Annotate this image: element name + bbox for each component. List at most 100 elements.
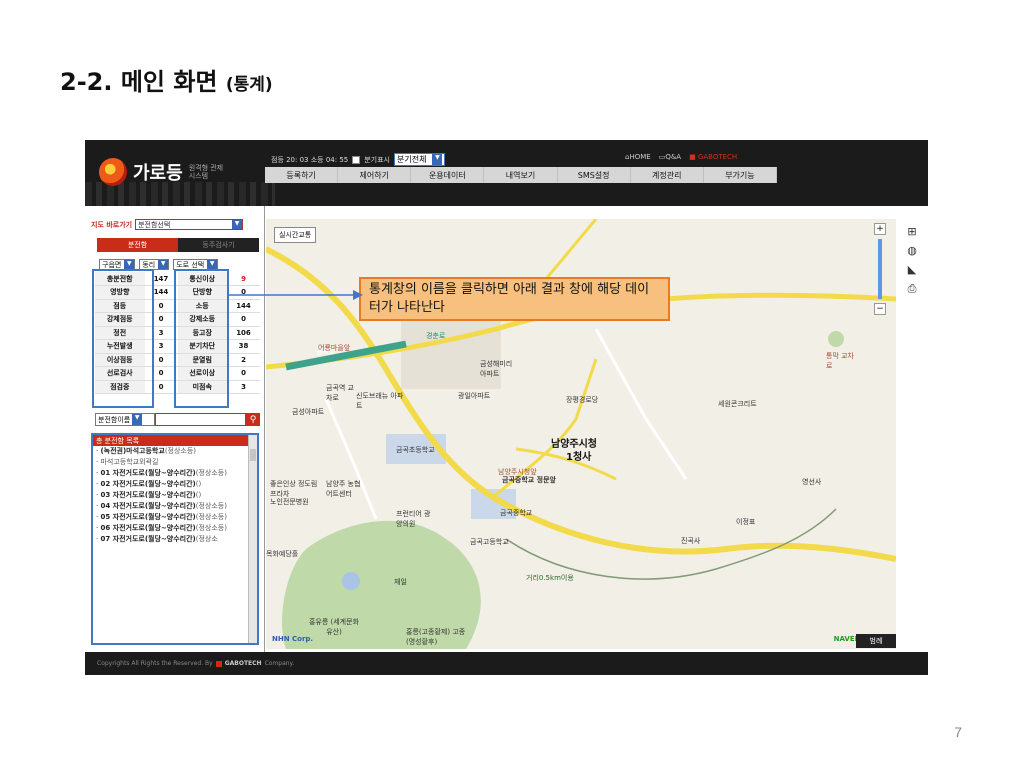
- list-item[interactable]: · 03 자전거도로(월당~양수리간)(): [93, 490, 257, 501]
- trail: [505, 508, 837, 580]
- stat-value: 0: [227, 366, 260, 381]
- logo-text: 가로등: [133, 163, 183, 184]
- map-label-station: 금곡역 교차로: [326, 384, 354, 402]
- gabotech-link[interactable]: ■ GABOTECH: [689, 153, 737, 161]
- list-item[interactable]: · 마석고등학교외곽길: [93, 457, 257, 468]
- status-bar: 점등 20: 03 소등 04: 55 분기표시 분기전체 ▼: [271, 153, 446, 166]
- map-side-tools: ⊞ ◍ ◣ ⎙: [896, 219, 928, 319]
- map-label-hongyu: 홍유릉 (세계문화유산): [308, 618, 360, 636]
- list-item[interactable]: · 06 자전거도로(월당~양수리간)(정상소등): [93, 523, 257, 534]
- list-item-detail: (정상소등): [195, 513, 227, 521]
- list-scrollbar[interactable]: [248, 435, 257, 643]
- local-road: [324, 398, 378, 520]
- arrow-graphic: [229, 290, 363, 300]
- menu-control[interactable]: 제어하기: [338, 167, 412, 183]
- map-label-apt-3: 금성아파트: [292, 408, 325, 416]
- gabotech-icon: [215, 660, 222, 667]
- tab-distribution-box[interactable]: 분전함: [97, 238, 178, 252]
- slide-title-text: 2-2. 메인 화면: [60, 68, 218, 96]
- tab-pole-inspector[interactable]: 등주검사기: [178, 238, 259, 252]
- list-item[interactable]: · 04 자전거도로(월당~양수리간)(정상소등): [93, 501, 257, 512]
- list-item[interactable]: · 02 자전거도로(월당~양수리간)(): [93, 479, 257, 490]
- map-label-jinkoksa: 진곡사: [681, 537, 701, 545]
- map-label-hwabaek: 목화예당홀: [266, 550, 299, 558]
- map-jump: 지도 바로가기 분전함선택 ▼: [91, 219, 244, 230]
- list-item[interactable]: · 05 자전거도로(월당~양수리간)(정상소등): [93, 512, 257, 523]
- slide-title: 2-2. 메인 화면 (통계): [60, 62, 273, 97]
- footer-text: Copyrights All Rights the Reserved. By: [97, 660, 213, 667]
- legend-button[interactable]: 범례: [856, 634, 896, 648]
- search-icon[interactable]: ⚲: [246, 413, 260, 426]
- menu-extra[interactable]: 부가기능: [704, 167, 777, 183]
- small-park: [828, 331, 844, 347]
- stat-value: 3: [227, 380, 260, 394]
- list-item-detail: (): [195, 480, 202, 488]
- highlight-box-left: [92, 269, 154, 408]
- menu-history[interactable]: 내역보기: [484, 167, 558, 183]
- home-link[interactable]: ⌂HOME: [625, 153, 651, 161]
- map-label-school-1: 금곡초등학교: [396, 446, 435, 454]
- app-screenshot: 가로등 원격형 관제시스템 점등 20: 03 소등 04: 55 분기표시 분…: [85, 140, 928, 675]
- branch-select-value: 분기전체: [397, 155, 427, 164]
- map-label-crete: 세원콘크리트: [718, 400, 757, 408]
- search-input[interactable]: [155, 413, 246, 426]
- list-item-detail: (정상소등): [195, 502, 227, 510]
- map-label-village: 어룡마을앞: [318, 344, 351, 352]
- map-label-shop-1: 좋은인상 정도림 프라자: [270, 480, 318, 498]
- list-item-name: 04 자전거도로(월당~양수리간): [100, 502, 196, 510]
- logo-icon: [99, 158, 127, 186]
- app-footer: Copyrights All Rights the Reserved. By G…: [85, 652, 928, 675]
- menu-register[interactable]: 등록하기: [265, 167, 339, 183]
- map-label-apt-1: 금성해미리 아파트: [480, 360, 513, 378]
- measure-icon[interactable]: ◣: [908, 263, 916, 276]
- map-jump-label: 지도 바로가기: [91, 220, 133, 229]
- list-item-detail: 마석고등학교외곽길: [100, 458, 159, 466]
- app-logo[interactable]: 가로등 원격형 관제시스템: [99, 158, 225, 186]
- list-item-name: 01 자전거도로(월당~양수리간): [100, 469, 196, 477]
- search-type-select[interactable]: 분전함이름 ▼: [95, 413, 155, 426]
- map-jump-select[interactable]: 분전함선택 ▼: [135, 219, 244, 230]
- menu-account[interactable]: 계정관리: [631, 167, 704, 183]
- zoom-in-button[interactable]: +: [874, 223, 886, 235]
- highlight-box-right: [174, 269, 229, 408]
- annotation-callout: 통계창의 이름을 클릭하면 아래 결과 창에 해당 데이터가 나타난다: [359, 277, 670, 321]
- top-links: ⌂HOME ▭Q&A ■ GABOTECH: [625, 153, 737, 161]
- list-item-name: 06 자전거도로(월당~양수리간): [100, 524, 196, 532]
- chevron-down-icon: ▼: [432, 154, 443, 165]
- list-item[interactable]: · (녹전권)마석고등학교(정상소등): [93, 446, 257, 457]
- map-label-hongneung: 홍릉(고종황제) 고종(명성황후): [406, 628, 466, 646]
- zoom-out-button[interactable]: −: [874, 303, 886, 315]
- print-icon[interactable]: ⎙: [908, 282, 917, 296]
- branch-select[interactable]: 분기전체 ▼: [394, 153, 446, 166]
- map-label-apt-2: 광일아파트: [458, 392, 491, 400]
- qna-link[interactable]: ▭Q&A: [659, 153, 681, 161]
- map-label-city-hall-2: 1청사: [566, 452, 592, 463]
- branch-display-checkbox[interactable]: [352, 155, 361, 164]
- list-item-name: 05 자전거도로(월당~양수리간): [100, 513, 196, 521]
- logo-subtitle: 원격형 관제시스템: [188, 164, 224, 180]
- menu-sms[interactable]: SMS설정: [558, 167, 631, 183]
- location-icon[interactable]: ◍: [907, 244, 917, 257]
- chevron-down-icon: ▼: [132, 414, 143, 425]
- map-label-shop-2: 남양주 농협 어트센터: [326, 480, 361, 498]
- map-label-apt-4: 신도브래뉴 아파트: [356, 392, 404, 410]
- footer-suffix: Company.: [264, 660, 295, 667]
- slide-title-sub: (통계): [225, 75, 273, 95]
- map-type-icon[interactable]: ⊞: [907, 225, 916, 238]
- map-label-dist: 거리0.5km이용: [526, 574, 574, 582]
- map-label-school-2: 금곡중학교: [500, 509, 533, 517]
- list-item[interactable]: · 07 자전거도로(월당~양수리간)(정상소: [93, 534, 257, 545]
- realtime-traffic-button[interactable]: 실시간교통: [274, 227, 317, 243]
- local-road-2: [594, 328, 688, 480]
- panel-tabs: 분전함 등주검사기: [97, 238, 259, 252]
- page-number: 7: [954, 724, 962, 740]
- zoom-slider[interactable]: [878, 239, 882, 299]
- map-label-ijeongpyo: 이정표: [736, 518, 756, 526]
- list-item[interactable]: · 01 자전거도로(월당~양수리간)(정상소등): [93, 468, 257, 479]
- list-item-name: 07 자전거도로(월당~양수리간): [100, 535, 196, 543]
- list-item-detail: (정상소등): [195, 469, 227, 477]
- nhn-credit: NHN Corp.: [272, 635, 314, 643]
- light-time-text: 점등 20: 03 소등 04: 55: [271, 155, 349, 164]
- stat-value: 106: [227, 326, 260, 340]
- menu-operation-data[interactable]: 운용데이터: [411, 167, 485, 183]
